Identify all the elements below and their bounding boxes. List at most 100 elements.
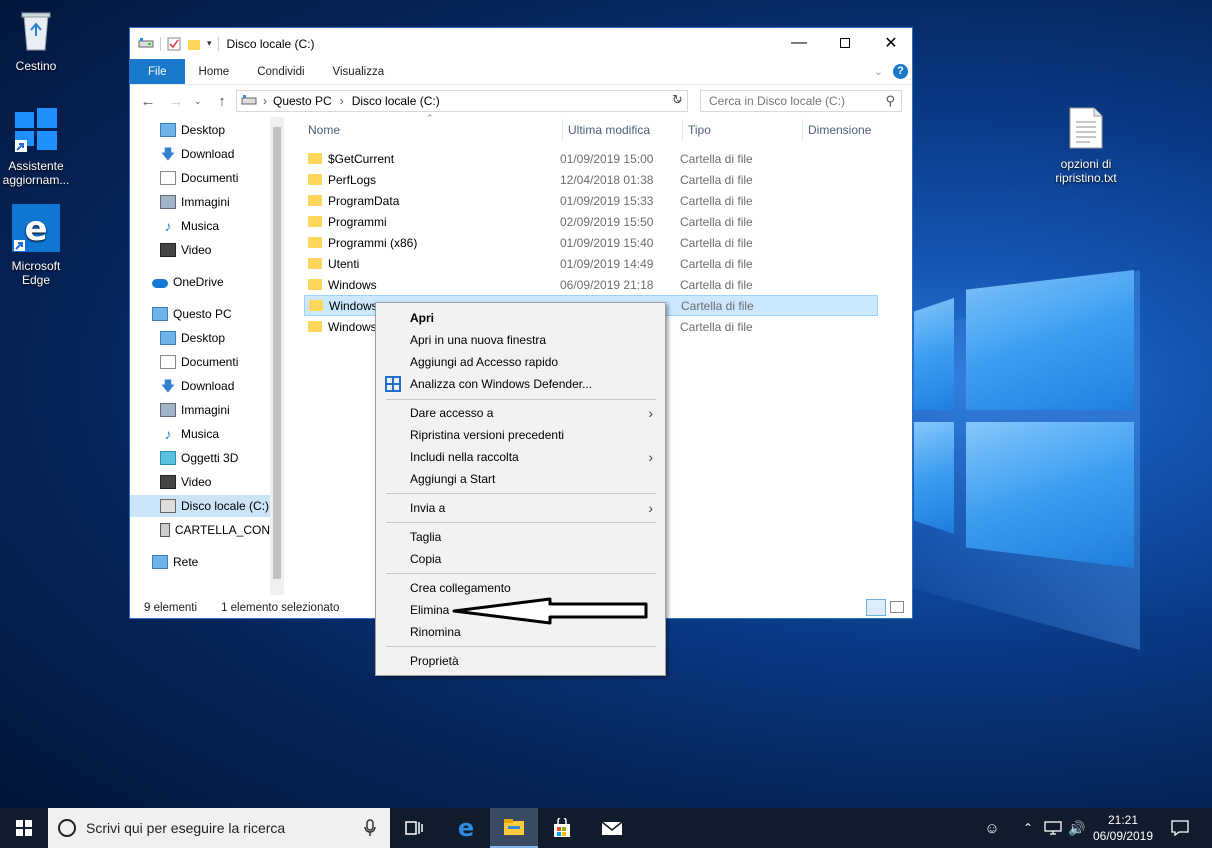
nav-item-documents[interactable]: Documenti [160,351,284,373]
close-button[interactable]: ✕ [868,28,914,58]
taskbar-edge-button[interactable]: e [442,808,490,848]
help-icon[interactable]: ? [893,64,908,79]
menu-item-copy[interactable]: Copia [376,548,665,570]
folder-icon [308,321,322,332]
system-clock[interactable]: 21:21 06/09/2019 [1088,812,1158,844]
menu-item-open[interactable]: Apri [376,307,665,329]
nav-item-pictures-quick[interactable]: Immagini 📌 [160,191,284,213]
details-view-icon[interactable] [866,599,886,616]
pictures-icon [160,403,176,417]
nav-item-desktop-quick[interactable]: Desktop 📌 [160,119,284,141]
desktop-icon-label: Cestino [15,59,57,73]
drive-icon [138,37,154,47]
back-arrow-icon[interactable]: ← [136,93,160,110]
table-row[interactable]: $GetCurrent 01/09/2019 15:00 Cartella di f… [304,148,878,169]
menu-item-scan-defender[interactable]: Analizza con Windows Defender... [376,373,665,395]
nav-item-download-quick[interactable]: 🡇 Download 📌 [160,143,284,165]
minimize-button[interactable]: — [776,28,822,58]
menu-item-pin-start[interactable]: Aggiungi a Start [376,468,665,490]
new-folder-icon[interactable] [187,37,201,51]
menu-item-pin-quick-access[interactable]: Aggiungi ad Accesso rapido [376,351,665,373]
forward-arrow-icon[interactable]: → [164,93,188,110]
nav-item-3d-objects[interactable]: Oggetti 3D [160,447,284,469]
customize-chevron-icon[interactable]: ▾ [207,38,212,49]
nav-item-documents-quick[interactable]: Documenti 📌 [160,167,284,189]
nav-item-desktop[interactable]: Desktop [160,327,284,349]
refresh-icon[interactable]: ↻ [672,92,683,108]
menu-item-restore-versions[interactable]: Ripristina versioni precedenti [376,424,665,446]
properties-icon[interactable] [167,37,181,51]
taskbar-store-button[interactable] [538,808,586,848]
drive-icon [241,95,257,105]
menu-separator [386,573,656,574]
column-header-type[interactable]: Tipo [688,123,711,137]
breadcrumb-local-disk[interactable]: Disco locale (C:) [352,94,440,108]
nav-item-network[interactable]: Rete [152,551,284,573]
tab-view[interactable]: Visualizza [319,59,399,84]
table-row[interactable]: Programmi 02/09/2019 15:50 Cartella di fil… [304,211,878,232]
taskbar-explorer-button[interactable] [490,808,538,848]
menu-item-open-new-window[interactable]: Apri in una nuova finestra [376,329,665,351]
search-box[interactable]: Cerca in Disco locale (C:) ⚲ [700,90,902,112]
taskbar-search-box[interactable]: Scrivi qui per eseguire la ricerca [48,808,390,848]
notification-icon [1171,820,1189,836]
tab-share[interactable]: Condividi [243,59,318,84]
recent-locations-chevron-icon[interactable]: ⌄ [194,96,202,107]
desktop-icon-update-assistant[interactable]: Assistente aggiornam... [0,106,74,187]
up-arrow-icon[interactable]: ↑ [210,93,234,110]
show-hidden-icons-button[interactable]: ⌃ [1016,808,1040,848]
table-row[interactable]: Programmi (x86) 01/09/2019 15:40 Cartella … [304,232,878,253]
edge-icon: e [12,204,60,252]
action-center-button[interactable] [1160,808,1200,848]
table-row[interactable]: Utenti 01/09/2019 14:49 Cartella di file [304,253,878,274]
desktop-icon [160,331,176,345]
table-row[interactable]: PerfLogs 12/04/2018 01:38 Cartella di file [304,169,878,190]
download-icon: 🡇 [160,146,176,162]
microphone-icon[interactable] [364,819,376,837]
selection-count: 1 elemento selezionato [221,602,340,614]
table-row[interactable]: ProgramData 01/09/2019 15:33 Cartella di f… [304,190,878,211]
tab-home[interactable]: Home [185,59,244,84]
nav-item-onedrive[interactable]: OneDrive [152,271,284,293]
maximize-button[interactable] [822,28,868,58]
nav-item-video[interactable]: Video [160,471,284,493]
edge-icon: e [457,814,475,842]
network-tray-button[interactable] [1040,808,1066,848]
tab-file[interactable]: File [130,59,185,84]
folder-icon [308,216,322,227]
nav-item-local-disk[interactable]: Disco locale (C:) [130,495,270,517]
menu-item-properties[interactable]: Proprietà [376,650,665,672]
menu-item-give-access[interactable]: Dare accesso a › [376,402,665,424]
start-button[interactable] [0,808,48,848]
nav-item-this-pc[interactable]: Questo PC [152,303,284,325]
defender-icon [385,376,401,392]
breadcrumb-this-pc[interactable]: Questo PC [273,94,332,108]
column-header-modified[interactable]: Ultima modifica [568,123,650,137]
menu-item-send-to[interactable]: Invia a › [376,497,665,519]
nav-item-music-quick[interactable]: ♪ Musica [160,215,284,237]
wallpaper-logo-pane [966,270,1134,410]
nav-item-download[interactable]: 🡇 Download [160,375,284,397]
large-icons-view-icon[interactable] [890,601,904,613]
taskbar-mail-button[interactable] [588,808,636,848]
menu-item-include-library[interactable]: Includi nella raccolta › [376,446,665,468]
column-header-name[interactable]: Nome [308,123,340,137]
nav-item-network-drive[interactable]: CARTELLA_CON [160,519,270,541]
column-header-size[interactable]: Dimensione [808,123,871,137]
volume-button[interactable]: 🔊 [1064,808,1090,848]
people-button[interactable]: ☺ [970,808,1014,848]
scrollbar-thumb[interactable] [273,127,281,579]
address-bar[interactable]: › Questo PC › Disco locale (C:) ⌄ [236,90,688,112]
task-view-button[interactable] [390,808,438,848]
nav-item-music[interactable]: ♪ Musica [160,423,284,445]
table-row[interactable]: Windows 06/09/2019 21:18 Cartella di file [304,274,878,295]
nav-item-pictures[interactable]: Immagini [160,399,284,421]
desktop-icon-txt-file[interactable]: opzioni di ripristino.txt [1046,106,1126,185]
desktop-icon-recycle-bin[interactable]: Cestino [0,8,74,73]
expand-ribbon-icon[interactable]: ⌄ [874,65,883,78]
nav-item-video-quick[interactable]: Video [160,239,284,261]
desktop-icon-edge[interactable]: e Microsoft Edge [0,204,74,287]
column-divider [802,119,803,141]
nav-scrollbar[interactable] [270,117,284,595]
menu-item-cut[interactable]: Taglia [376,526,665,548]
